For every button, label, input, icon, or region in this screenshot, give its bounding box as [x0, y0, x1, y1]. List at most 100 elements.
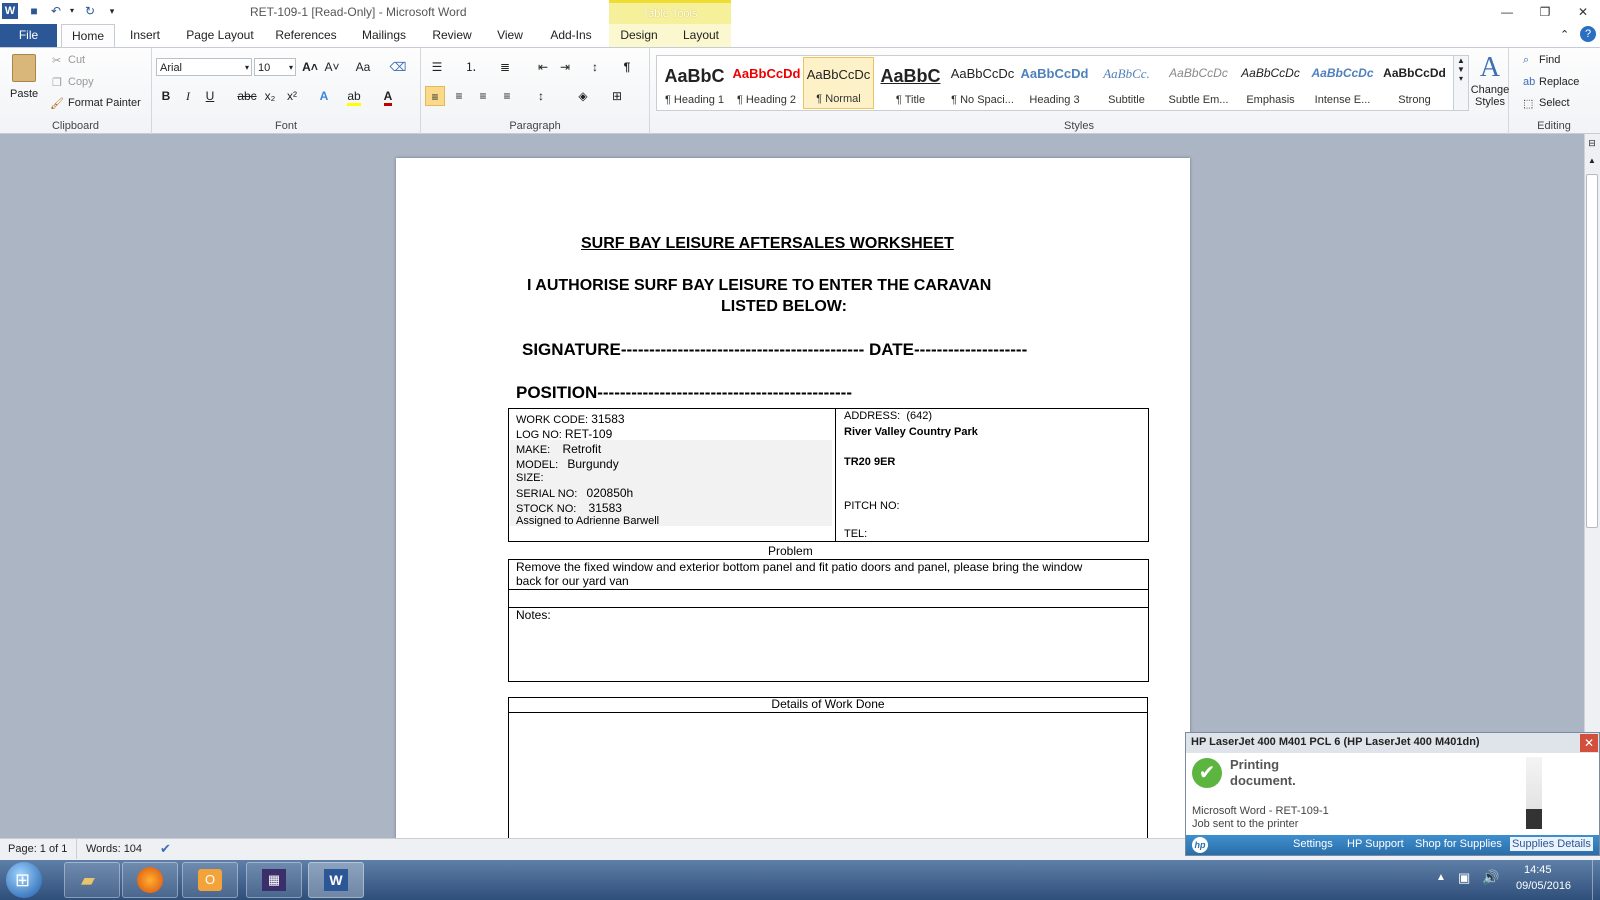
replace-icon: ab	[1523, 76, 1536, 88]
minimize-ribbon-icon[interactable]: ⌃	[1560, 28, 1569, 41]
scroll-up-icon[interactable]: ▲	[1586, 156, 1598, 168]
grow-font-button[interactable]: A˄	[300, 57, 320, 77]
outlook-icon: O	[198, 869, 222, 891]
help-icon[interactable]: ?	[1580, 26, 1596, 42]
network-icon[interactable]: ▣	[1458, 870, 1470, 886]
tab-insert[interactable]: Insert	[124, 24, 166, 47]
explorer-taskbar-button[interactable]: ▰	[64, 862, 120, 898]
scroll-thumb[interactable]	[1586, 174, 1598, 528]
word-taskbar-button[interactable]: W	[308, 862, 364, 898]
supplies-details-link[interactable]: Supplies Details	[1510, 837, 1593, 851]
style-emphasis[interactable]: AaBbCcDc Emphasis	[1235, 57, 1306, 109]
select-button[interactable]: Select	[1539, 97, 1570, 109]
tab-design[interactable]: Design	[614, 24, 664, 47]
change-styles-button[interactable]: A Change Styles	[1470, 52, 1510, 112]
word-app-icon[interactable]: W	[2, 3, 18, 19]
tab-review[interactable]: Review	[426, 24, 478, 47]
close-icon[interactable]: ✕	[1580, 734, 1598, 752]
start-button[interactable]: ⊞	[6, 862, 42, 898]
style-strong[interactable]: AaBbCcDd Strong	[1379, 57, 1450, 109]
undo-icon[interactable]: ↶	[48, 3, 64, 19]
change-case-button[interactable]: Aa	[350, 57, 376, 77]
show-desktop-button[interactable]	[1592, 860, 1600, 900]
style-subtitle[interactable]: AaBbCc. Subtitle	[1091, 57, 1162, 109]
redo-icon[interactable]: ↻	[82, 3, 98, 19]
firefox-taskbar-button[interactable]	[122, 862, 178, 898]
outlook-taskbar-button[interactable]: O	[182, 862, 238, 898]
clock-time[interactable]: 14:45	[1524, 864, 1552, 876]
paste-icon	[12, 54, 36, 82]
style-heading-3[interactable]: AaBbCcDd Heading 3	[1019, 57, 1090, 109]
replace-button[interactable]: Replace	[1539, 76, 1579, 88]
sort-icon[interactable]: ↕	[585, 57, 605, 77]
tab-layout[interactable]: Layout	[676, 24, 726, 47]
align-left-icon[interactable]: ≡	[425, 86, 445, 106]
increase-indent-icon[interactable]: ⇥	[555, 57, 575, 77]
shrink-font-button[interactable]: A˅	[322, 57, 342, 77]
style-heading-2[interactable]: AaBbCcDd ¶ Heading 2	[731, 57, 802, 109]
shading-icon[interactable]: ◈	[573, 86, 593, 106]
style-no-spacing[interactable]: AaBbCcDc ¶ No Spaci...	[947, 57, 1018, 109]
numbering-icon[interactable]: ⒈	[461, 57, 481, 77]
underline-button[interactable]: U	[200, 86, 220, 106]
align-center-icon[interactable]: ≡	[449, 86, 469, 106]
hp-support-link[interactable]: HP Support	[1347, 838, 1404, 850]
proofing-icon[interactable]: ✔	[160, 841, 171, 857]
settings-link[interactable]: Settings	[1293, 838, 1333, 850]
copy-button[interactable]: Copy	[68, 76, 94, 88]
tab-mailings[interactable]: Mailings	[354, 24, 414, 47]
strikethrough-button[interactable]: abc	[234, 86, 260, 106]
show-hidden-icons-icon[interactable]: ▲	[1436, 872, 1446, 883]
minimize-button[interactable]: —	[1492, 2, 1522, 22]
multilevel-list-icon[interactable]: ≣	[495, 57, 515, 77]
font-color-icon[interactable]: A	[378, 86, 398, 106]
ruler-toggle-icon[interactable]: ⊟	[1586, 138, 1598, 152]
text-effects-icon[interactable]: A	[314, 86, 334, 106]
clock-date[interactable]: 09/05/2016	[1516, 880, 1571, 892]
style-intense-emphasis[interactable]: AaBbCcDc Intense E...	[1307, 57, 1378, 109]
undo-dropdown-icon[interactable]: ▾	[64, 3, 80, 19]
customize-qat-icon[interactable]: ▾	[104, 3, 120, 19]
calculator-taskbar-button[interactable]: ▦	[246, 862, 302, 898]
show-formatting-icon[interactable]: ¶	[617, 57, 637, 77]
borders-icon[interactable]: ⊞	[607, 86, 627, 106]
document-page[interactable]: SURF BAY LEISURE AFTERSALES WORKSHEET I …	[396, 158, 1190, 882]
find-button[interactable]: Find	[1539, 54, 1560, 66]
problem-text-line-1: Remove the fixed window and exterior bot…	[516, 560, 1083, 574]
italic-button[interactable]: I	[178, 86, 198, 106]
align-right-icon[interactable]: ≡	[473, 86, 493, 106]
tab-page-layout[interactable]: Page Layout	[180, 24, 260, 47]
tab-view[interactable]: View	[490, 24, 530, 47]
save-icon[interactable]: ■	[26, 3, 42, 19]
page-count[interactable]: Page: 1 of 1	[8, 843, 67, 855]
style-subtle-emphasis[interactable]: AaBbCcDc Subtle Em...	[1163, 57, 1234, 109]
tab-add-ins[interactable]: Add-Ins	[544, 24, 598, 47]
shop-for-supplies-link[interactable]: Shop for Supplies	[1415, 838, 1502, 850]
close-window-button[interactable]: ✕	[1568, 2, 1598, 22]
tab-references[interactable]: References	[272, 24, 340, 47]
style-title[interactable]: AaBbC ¶ Title	[875, 57, 946, 109]
tab-home[interactable]: Home	[61, 24, 115, 48]
line-spacing-icon[interactable]: ↕	[531, 86, 551, 106]
font-size-dropdown[interactable]: 10 ▾	[254, 58, 296, 76]
justify-icon[interactable]: ≡	[497, 86, 517, 106]
style-heading-1[interactable]: AaBbC ¶ Heading 1	[659, 57, 730, 109]
subscript-button[interactable]: x₂	[260, 86, 280, 106]
tab-file[interactable]: File	[0, 24, 57, 47]
clear-formatting-icon[interactable]: ⌫	[388, 57, 408, 77]
cut-button[interactable]: Cut	[68, 54, 85, 66]
font-name-dropdown[interactable]: Arial ▾	[156, 58, 252, 76]
superscript-button[interactable]: x²	[282, 86, 302, 106]
bullets-icon[interactable]: ☰	[427, 57, 447, 77]
volume-icon[interactable]: 🔊	[1482, 869, 1499, 886]
style-normal[interactable]: AaBbCcDc ¶ Normal	[803, 57, 874, 109]
bold-button[interactable]: B	[156, 86, 176, 106]
styles-gallery-scroll[interactable]: ▲ ▼ ▾	[1453, 55, 1469, 111]
paste-button[interactable]: Paste	[8, 52, 40, 104]
highlight-icon[interactable]: ab	[344, 86, 364, 106]
word-count[interactable]: Words: 104	[86, 843, 142, 855]
window-title: RET-109-1 [Read-Only] - Microsoft Word	[250, 5, 467, 19]
format-painter-button[interactable]: Format Painter	[68, 97, 141, 109]
restore-button[interactable]: ❐	[1530, 2, 1560, 22]
decrease-indent-icon[interactable]: ⇤	[533, 57, 553, 77]
